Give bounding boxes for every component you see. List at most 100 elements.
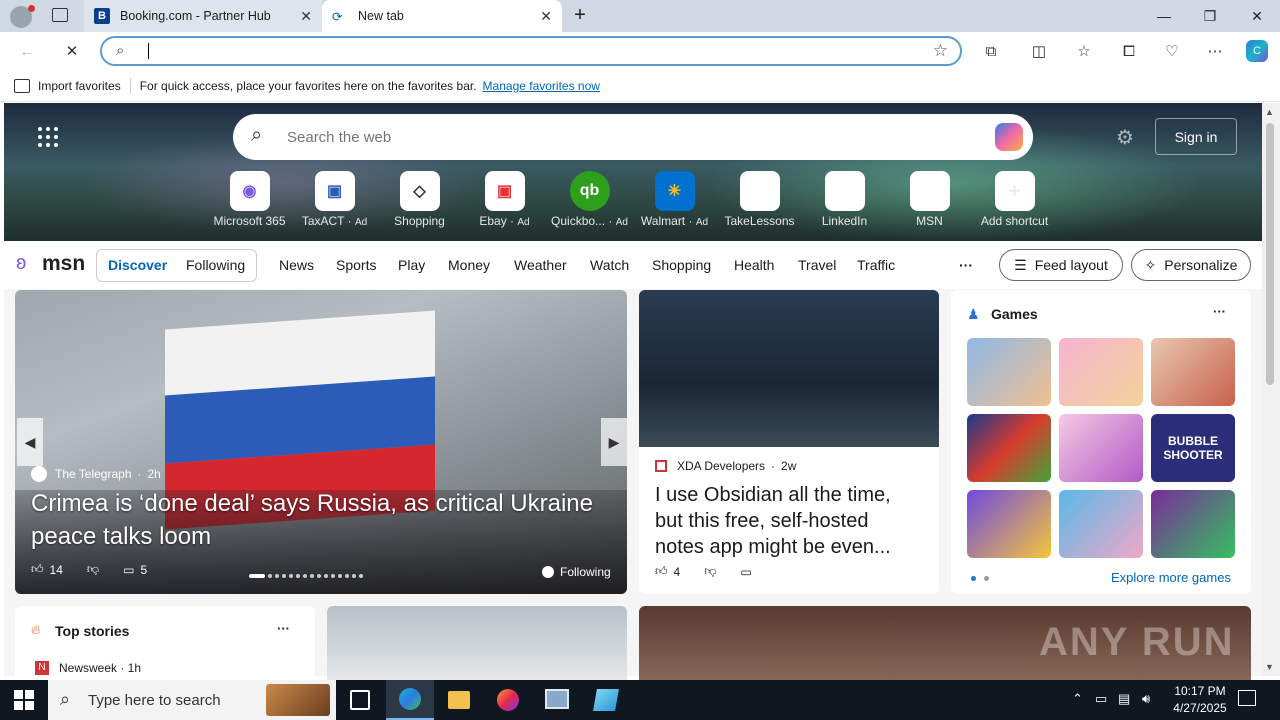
shortcut-msn[interactable]: MSN bbox=[887, 171, 972, 228]
game-tile-dressup[interactable] bbox=[1059, 338, 1143, 406]
address-input[interactable] bbox=[148, 43, 150, 59]
nav-traffic[interactable]: Traffic bbox=[857, 257, 895, 273]
games-title[interactable]: Games bbox=[991, 306, 1038, 322]
nav-health[interactable]: Health bbox=[734, 257, 774, 273]
settings-more-icon[interactable]: ⋯ bbox=[1204, 40, 1226, 62]
scroll-up-icon[interactable]: ▲ bbox=[1265, 107, 1274, 117]
nav-more-icon[interactable]: ··· bbox=[959, 257, 973, 273]
copilot-icon[interactable] bbox=[995, 123, 1023, 151]
headline-line-2[interactable]: but this free, self-hosted bbox=[655, 508, 868, 534]
msn-logo[interactable]: msn bbox=[42, 252, 85, 276]
import-favorites-icon[interactable] bbox=[14, 78, 30, 93]
lead-story-card[interactable]: ◀ ▶ The Telegraph · 2h Crimea is ‘done d… bbox=[15, 290, 627, 594]
headline-line-3[interactable]: notes app might be even... bbox=[655, 534, 891, 560]
task-view-icon[interactable] bbox=[350, 690, 370, 710]
minimize-button[interactable]: — bbox=[1141, 0, 1187, 32]
sign-in-button[interactable]: Sign in bbox=[1155, 118, 1237, 155]
comment-icon[interactable]: ▭ bbox=[740, 565, 751, 579]
web-search-box[interactable]: ⌕ Search the web bbox=[233, 114, 1033, 160]
page-scrollbar[interactable]: ▲ ▼ bbox=[1262, 103, 1280, 676]
nav-news[interactable]: News bbox=[279, 257, 314, 273]
apps-launcher-icon[interactable] bbox=[38, 127, 58, 147]
favorites-icon[interactable]: ☆ bbox=[1073, 40, 1095, 62]
edge-taskbar-icon[interactable] bbox=[386, 680, 434, 720]
browser-essentials-icon[interactable]: ♡ bbox=[1161, 40, 1183, 62]
clock-time[interactable]: 10:17 PM bbox=[1170, 684, 1230, 698]
volume-icon[interactable]: 🔊︎ bbox=[1142, 691, 1150, 707]
import-favorites-link[interactable]: Import favorites bbox=[38, 79, 121, 93]
games-page-dots[interactable] bbox=[971, 576, 991, 581]
nav-money[interactable]: Money bbox=[448, 257, 490, 273]
carousel-prev-button[interactable]: ◀ bbox=[17, 418, 43, 466]
game-tile-hospital[interactable] bbox=[1151, 338, 1235, 406]
tab-discover[interactable]: Discover bbox=[108, 257, 167, 273]
restore-button[interactable]: ❐ bbox=[1187, 0, 1233, 32]
nav-weather[interactable]: Weather bbox=[514, 257, 567, 273]
close-window-button[interactable]: ✕ bbox=[1234, 0, 1280, 32]
favorite-star-icon[interactable]: ☆ bbox=[933, 41, 948, 61]
xda-story-card[interactable]: XDA Developers · 2w I use Obsidian all t… bbox=[639, 290, 939, 594]
carousel-dots[interactable] bbox=[249, 574, 409, 578]
like-icon[interactable]: 👍︎ bbox=[655, 564, 668, 579]
close-tab-icon[interactable]: ✕ bbox=[540, 8, 552, 25]
notepad-icon[interactable] bbox=[593, 689, 619, 711]
tab-booking[interactable]: B Booking.com - Partner Hub ✕ bbox=[84, 0, 322, 32]
extensions-icon[interactable]: ⧉ bbox=[980, 40, 1002, 62]
app-window-icon[interactable] bbox=[545, 689, 569, 709]
garage-story-card[interactable] bbox=[327, 606, 627, 686]
shortcut-shopping[interactable]: ◇ Shopping bbox=[377, 171, 462, 228]
file-explorer-icon[interactable] bbox=[448, 691, 470, 709]
shortcut-linkedin[interactable]: LinkedIn bbox=[802, 171, 887, 228]
game-tile-crazy-games[interactable] bbox=[967, 490, 1051, 558]
copilot-icon[interactable]: C bbox=[1246, 40, 1268, 62]
like-icon[interactable]: 👍︎ bbox=[31, 562, 44, 577]
headline-line-1[interactable]: Crimea is ‘done deal’ says Russia, as cr… bbox=[31, 487, 593, 520]
scroll-thumb[interactable] bbox=[1266, 123, 1274, 385]
personalize-button[interactable]: ✧ Personalize bbox=[1131, 249, 1251, 281]
shortcut-add[interactable]: + Add shortcut bbox=[972, 171, 1057, 228]
game-tile-jewels[interactable] bbox=[1151, 490, 1235, 558]
chevron-up-icon[interactable]: ⌃ bbox=[1072, 691, 1083, 707]
game-tile-blocks[interactable] bbox=[967, 414, 1051, 482]
shortcut-walmart[interactable]: ✳ Walmart · Ad bbox=[632, 171, 717, 228]
carousel-next-button[interactable]: ▶ bbox=[601, 418, 627, 466]
nav-shopping[interactable]: Shopping bbox=[652, 257, 711, 273]
page-settings-icon[interactable]: ⚙ bbox=[1116, 125, 1134, 150]
vatican-story-card[interactable]: ANY RUN bbox=[639, 606, 1251, 686]
tab-actions-icon[interactable] bbox=[52, 8, 68, 22]
dislike-icon[interactable]: 👎︎ bbox=[704, 564, 716, 579]
feed-layout-button[interactable]: ☰ Feed layout bbox=[999, 249, 1123, 281]
address-bar[interactable]: ⌕ ☆ bbox=[100, 36, 962, 66]
shortcut-quickbooks[interactable]: qb Quickbo... · Ad bbox=[547, 171, 632, 228]
taskbar-search[interactable]: ⌕ Type here to search bbox=[48, 680, 336, 720]
collections-icon[interactable]: ⧠ bbox=[1118, 40, 1140, 62]
shortcut-ebay[interactable]: ▣ Ebay · Ad bbox=[462, 171, 547, 228]
tab-new-tab[interactable]: ⟳ New tab ✕ bbox=[322, 0, 562, 32]
top-stories-more-icon[interactable]: ··· bbox=[277, 621, 290, 636]
clock-date[interactable]: 4/27/2025 bbox=[1166, 701, 1234, 715]
firefox-icon[interactable] bbox=[497, 689, 519, 711]
stop-loading-icon[interactable]: ✕ bbox=[61, 40, 83, 62]
game-tile-nails[interactable] bbox=[1059, 490, 1143, 558]
new-tab-button[interactable]: + bbox=[568, 4, 592, 28]
dislike-icon[interactable]: 👎︎ bbox=[87, 562, 99, 577]
scroll-down-icon[interactable]: ▼ bbox=[1265, 662, 1274, 672]
back-icon[interactable]: ← bbox=[16, 40, 38, 62]
close-tab-icon[interactable]: ✕ bbox=[300, 8, 312, 25]
nav-sports[interactable]: Sports bbox=[336, 257, 376, 273]
game-tile-makeup[interactable] bbox=[1059, 414, 1143, 482]
nav-play[interactable]: Play bbox=[398, 257, 425, 273]
shortcut-taxact[interactable]: ▣ TaxACT · Ad bbox=[292, 171, 377, 228]
nav-watch[interactable]: Watch bbox=[590, 257, 629, 273]
explore-more-games-link[interactable]: Explore more games bbox=[1111, 570, 1231, 585]
following-badge[interactable]: Following bbox=[542, 565, 611, 579]
network-icon[interactable]: ▤ bbox=[1118, 691, 1130, 707]
shortcut-microsoft-365[interactable]: ◉ Microsoft 365 bbox=[207, 171, 292, 228]
notifications-icon[interactable] bbox=[1238, 690, 1256, 706]
games-more-icon[interactable]: ··· bbox=[1213, 304, 1226, 319]
shortcut-takelessons[interactable]: TakeLessons bbox=[717, 171, 802, 228]
headline-line-1[interactable]: I use Obsidian all the time, bbox=[655, 482, 891, 508]
tab-following[interactable]: Following bbox=[186, 257, 245, 273]
start-button[interactable] bbox=[14, 690, 34, 710]
split-screen-icon[interactable]: ◫ bbox=[1028, 40, 1050, 62]
